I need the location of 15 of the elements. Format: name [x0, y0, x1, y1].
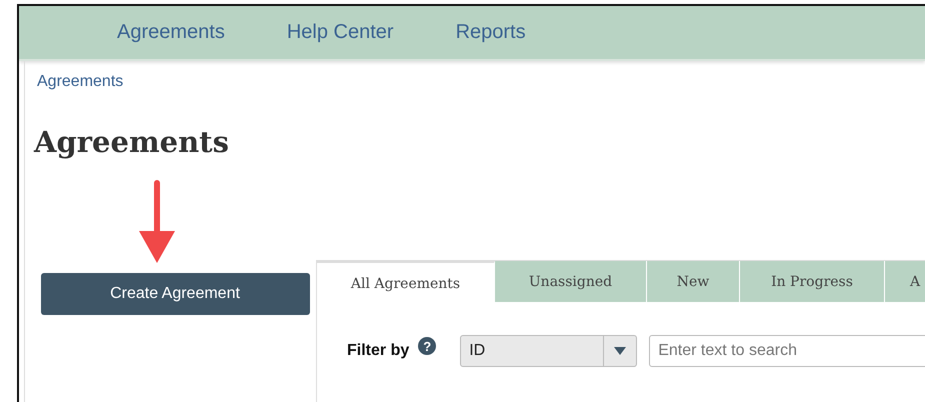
nav-link[interactable]: Agreements — [117, 21, 225, 44]
nav-link[interactable]: Help Center — [286, 21, 394, 44]
filter-select[interactable]: ID — [460, 335, 638, 367]
breadcrumb-link[interactable]: Agreements — [37, 73, 124, 91]
page-title: Agreements — [34, 125, 229, 159]
search-field[interactable]: Enter text to search — [649, 335, 925, 367]
tab[interactable]: New — [647, 261, 740, 302]
tab[interactable]: A — [885, 261, 925, 302]
tab[interactable]: Unassigned — [495, 261, 647, 302]
help-icon[interactable]: ? — [418, 337, 436, 355]
create-agreement-button[interactable]: Create Agreement — [40, 273, 310, 315]
nav-link[interactable]: Reports — [456, 21, 526, 44]
tab[interactable]: In Progress — [740, 261, 885, 302]
caret-icon — [614, 347, 626, 355]
filter-label: Filter by — [347, 342, 410, 360]
